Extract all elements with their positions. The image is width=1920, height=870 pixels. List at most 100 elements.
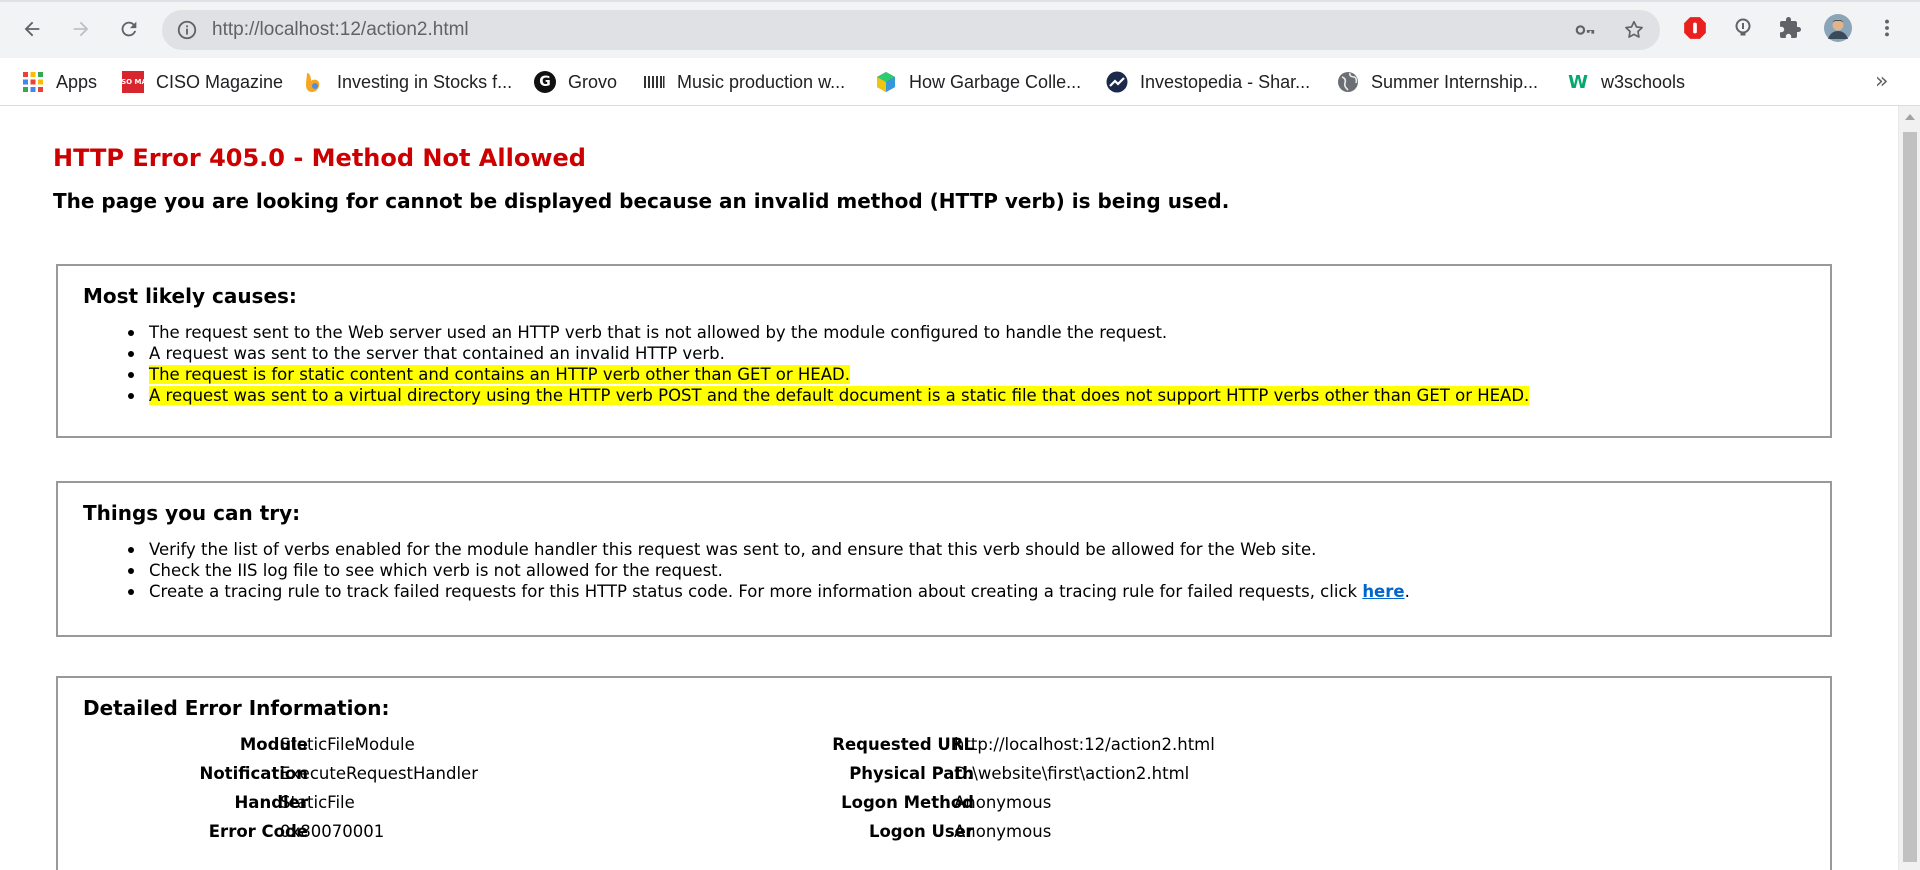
grovo-badge-text: G (539, 74, 551, 90)
try-list: Verify the list of verbs enabled for the… (128, 539, 1410, 602)
cause-text: A request was sent to the server that co… (149, 344, 725, 363)
detail-value: ExecuteRequestHandler (280, 764, 478, 783)
reload-button[interactable] (112, 12, 146, 46)
cause-text-highlighted: A request was sent to a virtual director… (149, 386, 1530, 405)
list-item: A request was sent to the server that co… (127, 343, 1529, 364)
list-item: Verify the list of verbs enabled for the… (128, 539, 1410, 560)
details-right-labels: Requested URL Physical Path Logon Method… (698, 730, 974, 846)
investing-icon (303, 71, 325, 93)
bookmark-music-production[interactable]: Music production w... (643, 58, 845, 106)
bookmark-apps[interactable]: Apps (22, 58, 97, 106)
bookmark-ciso-magazine[interactable]: CISO MAG CISO Magazine (113, 58, 284, 106)
details-heading: Detailed Error Information: (83, 696, 390, 720)
details-panel: Detailed Error Information: Module Notif… (56, 676, 1832, 870)
w3schools-badge-text: W (1568, 71, 1588, 93)
list-item: Check the IIS log file to see which verb… (128, 560, 1410, 581)
address-bar[interactable]: http://localhost:12/action2.html (162, 10, 1660, 50)
key-icon[interactable] (1574, 19, 1596, 41)
w3schools-icon: W (1567, 71, 1589, 93)
list-item: The request is for static content and co… (127, 364, 1529, 385)
list-item: A request was sent to a virtual director… (127, 385, 1530, 406)
details-right-values: http://localhost:12/action2.html D:\webs… (954, 730, 1215, 846)
bookmark-label: Grovo (568, 71, 618, 92)
bookmark-star-icon[interactable] (1623, 19, 1645, 41)
detail-value: StaticFileModule (280, 735, 415, 754)
extensions-puzzle-icon[interactable] (1775, 13, 1805, 43)
bookmark-label: Summer Internship... (1371, 71, 1539, 92)
bookmark-investing[interactable]: Investing in Stocks f... (303, 58, 512, 106)
detail-label: Logon Method (841, 793, 974, 812)
page-content: HTTP Error 405.0 - Method Not Allowed Th… (0, 106, 1898, 870)
profile-avatar[interactable] (1823, 13, 1853, 43)
detail-label: Logon User (868, 822, 974, 841)
detail-label: Error Code (208, 822, 308, 841)
forward-arrow-icon (73, 21, 89, 37)
bookmarks-overflow-chevron-icon[interactable]: » (1875, 62, 1888, 102)
grovo-icon: G (534, 71, 556, 93)
apps-grid-icon (22, 71, 44, 93)
try-heading: Things you can try: (83, 501, 301, 525)
bookmark-label: How Garbage Colle... (909, 71, 1082, 92)
detail-value: 0x80070001 (280, 822, 385, 841)
lightbulb-extension-icon[interactable] (1728, 13, 1758, 43)
vertical-scrollbar[interactable] (1898, 106, 1920, 870)
detail-value: D:\website\first\action2.html (954, 764, 1190, 783)
scroll-up-arrow-icon[interactable] (1905, 114, 1915, 120)
site-info-icon[interactable] (176, 19, 198, 41)
bookmark-summer-internship[interactable]: Summer Internship... (1337, 58, 1538, 106)
cause-text: The request sent to the Web server used … (149, 323, 1168, 342)
investopedia-icon (1106, 71, 1128, 93)
bookmark-investopedia[interactable]: Investopedia - Shar... (1106, 58, 1310, 106)
detail-label: Module (239, 735, 308, 754)
adblock-extension-icon[interactable] (1680, 13, 1710, 43)
list-item: The request sent to the Web server used … (127, 322, 1529, 343)
detail-value: http://localhost:12/action2.html (954, 735, 1215, 754)
reload-icon (121, 21, 137, 37)
bookmarks-bar: Apps CISO MAG CISO Magazine Investing in… (0, 58, 1920, 106)
back-arrow-icon (24, 21, 40, 37)
try-text-end: . (1404, 582, 1410, 601)
bookmark-label: w3schools (1601, 71, 1686, 92)
cause-text-highlighted: The request is for static content and co… (149, 365, 850, 384)
tracing-help-link[interactable]: here (1362, 582, 1404, 601)
error-subtitle: The page you are looking for cannot be d… (53, 189, 1230, 213)
detail-value: StaticFile (280, 793, 355, 812)
try-text: Check the IIS log file to see which verb… (149, 561, 723, 580)
try-text: Create a tracing rule to track failed re… (149, 582, 1363, 601)
bookmark-label: Music production w... (677, 71, 846, 92)
detail-label: Requested URL (832, 735, 974, 754)
scrollbar-thumb[interactable] (1903, 132, 1917, 862)
try-panel: Things you can try: Verify the list of v… (56, 481, 1832, 637)
detail-label: Physical Path (849, 764, 974, 783)
bookmark-grovo[interactable]: G Grovo (534, 58, 617, 106)
bookmark-w3schools[interactable]: W w3schools (1567, 58, 1685, 106)
details-left-labels: Module Notification Handler Error Code (98, 730, 308, 846)
music-icon (643, 71, 665, 93)
try-text: Verify the list of verbs enabled for the… (149, 540, 1317, 559)
detail-label: Notification (199, 764, 308, 783)
ciso-mag-icon: CISO MAG (113, 71, 153, 93)
back-button[interactable] (15, 12, 49, 46)
browser-toolbar: http://localhost:12/action2.html (0, 0, 1920, 58)
ciso-mag-badge-text: CISO MAG (113, 78, 153, 86)
bookmark-label: Investing in Stocks f... (337, 71, 513, 92)
list-item: Create a tracing rule to track failed re… (128, 581, 1410, 602)
url-text[interactable]: http://localhost:12/action2.html (212, 10, 469, 50)
causes-list: The request sent to the Web server used … (127, 322, 1530, 406)
causes-panel: Most likely causes: The request sent to … (56, 264, 1832, 438)
globe-icon (1337, 71, 1359, 93)
cube-icon (875, 71, 897, 93)
bookmark-label: Apps (56, 71, 98, 92)
chrome-menu-icon[interactable] (1872, 13, 1902, 43)
detail-label: Handler (234, 793, 309, 812)
forward-button[interactable] (64, 12, 98, 46)
detail-value: Anonymous (954, 793, 1052, 812)
details-left-values: StaticFileModule ExecuteRequestHandler S… (280, 730, 478, 846)
bookmark-label: CISO Magazine (156, 71, 284, 92)
tab-strip-edge (0, 0, 1920, 2)
causes-heading: Most likely causes: (83, 284, 297, 308)
error-title: HTTP Error 405.0 - Method Not Allowed (53, 144, 586, 172)
bookmark-label: Investopedia - Shar... (1140, 71, 1311, 92)
detail-value: Anonymous (954, 822, 1052, 841)
bookmark-garbage-collection[interactable]: How Garbage Colle... (875, 58, 1081, 106)
